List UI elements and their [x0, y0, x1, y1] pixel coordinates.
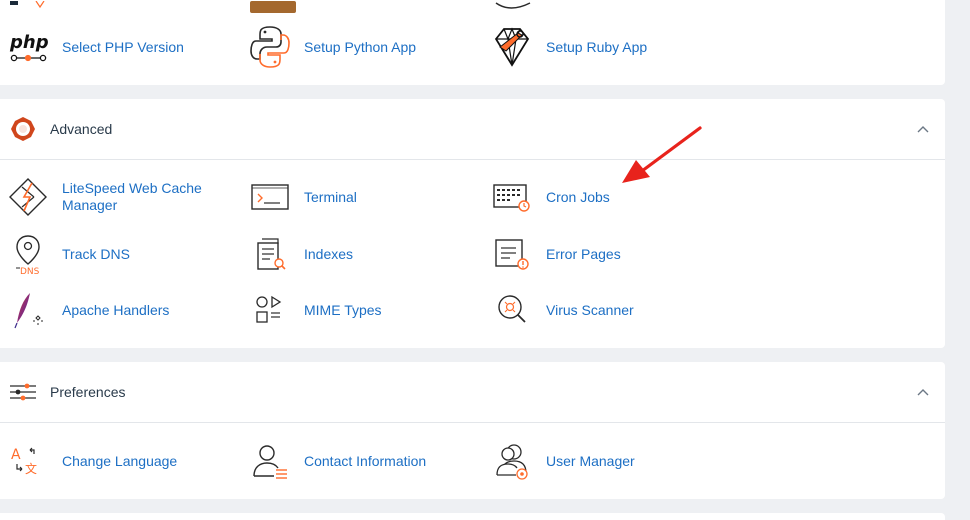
- preferences-header[interactable]: Preferences: [0, 362, 945, 423]
- virus-scanner-link[interactable]: Virus Scanner: [492, 288, 634, 332]
- cron-jobs-link[interactable]: Cron Jobs: [492, 175, 610, 219]
- litespeed-web-cache-manager-link[interactable]: LiteSpeed Web Cache Manager: [8, 175, 212, 219]
- setup-ruby-app-link[interactable]: Setup Ruby App: [492, 25, 647, 69]
- error-pages-label: Error Pages: [546, 245, 621, 262]
- error-pages-icon: [492, 234, 532, 274]
- error-pages-link[interactable]: Error Pages: [492, 232, 621, 276]
- svg-text:DNS: DNS: [20, 267, 40, 276]
- change-language-label: Change Language: [62, 452, 178, 469]
- advanced-gear-icon: [9, 115, 37, 143]
- chevron-up-icon[interactable]: [915, 121, 931, 137]
- preferences-title: Preferences: [50, 384, 126, 400]
- indexes-label: Indexes: [304, 245, 354, 262]
- indexes-link[interactable]: Indexes: [250, 232, 353, 276]
- advanced-title: Advanced: [50, 121, 113, 137]
- virus-scanner-icon: [492, 290, 532, 330]
- advanced-panel: Advanced LiteSpeed Web Cache Manager Ter…: [0, 99, 945, 348]
- user-manager-link[interactable]: User Manager: [492, 439, 635, 483]
- mime-types-label: MIME Types: [304, 301, 382, 318]
- indexes-icon: [250, 234, 290, 274]
- setup-python-app-link[interactable]: Setup Python App: [250, 25, 416, 69]
- ruby-icon: [492, 27, 532, 67]
- apache-handlers-link[interactable]: Apache Handlers: [8, 288, 169, 332]
- preferences-sliders-icon: [9, 378, 37, 406]
- apache-feather-icon: [8, 290, 48, 330]
- litespeed-web-cache-manager-label: LiteSpeed Web Cache Manager: [62, 180, 202, 213]
- svg-text:文: 文: [25, 461, 37, 476]
- user-manager-icon: [492, 441, 532, 481]
- svg-text:A: A: [11, 447, 21, 463]
- virus-scanner-label: Virus Scanner: [546, 301, 634, 318]
- change-language-link[interactable]: A 文 Change Language: [8, 439, 177, 483]
- mime-types-icon: [250, 290, 290, 330]
- contact-information-label: Contact Information: [304, 452, 427, 469]
- terminal-link[interactable]: Terminal: [250, 175, 357, 219]
- terminal-label: Terminal: [304, 188, 357, 205]
- track-dns-icon: DNS: [8, 234, 48, 276]
- select-php-version-link[interactable]: php Select PHP Version: [8, 25, 184, 69]
- mime-types-link[interactable]: MIME Types: [250, 288, 382, 332]
- cron-jobs-icon: [492, 177, 532, 217]
- language-icon: A 文: [8, 441, 48, 481]
- select-php-version-label: Select PHP Version: [62, 38, 184, 55]
- track-dns-link[interactable]: DNS Track DNS: [8, 232, 130, 276]
- setup-ruby-app-label: Setup Ruby App: [546, 38, 648, 55]
- contact-icon: [250, 441, 290, 481]
- track-dns-label: Track DNS: [62, 245, 130, 262]
- setup-python-app-label: Setup Python App: [304, 38, 417, 55]
- python-icon: [250, 26, 290, 68]
- cron-jobs-label: Cron Jobs: [546, 188, 610, 205]
- contact-information-link[interactable]: Contact Information: [250, 439, 426, 483]
- chevron-up-icon[interactable]: [915, 384, 931, 400]
- svg-text:php: php: [9, 32, 48, 53]
- preferences-panel: Preferences A 文 Change Language Contact …: [0, 362, 945, 499]
- partial-row-icons: [0, 0, 945, 13]
- advanced-header[interactable]: Advanced: [0, 99, 945, 160]
- php-icon: php: [8, 27, 48, 67]
- annotation-arrow-icon: [622, 126, 702, 183]
- litespeed-icon: [8, 177, 48, 217]
- software-panel: php Select PHP Version Setup Python App: [0, 0, 945, 85]
- terminal-icon: [250, 177, 290, 217]
- apache-handlers-label: Apache Handlers: [62, 301, 170, 318]
- user-manager-label: User Manager: [546, 452, 635, 469]
- next-panel-partial: [0, 513, 945, 520]
